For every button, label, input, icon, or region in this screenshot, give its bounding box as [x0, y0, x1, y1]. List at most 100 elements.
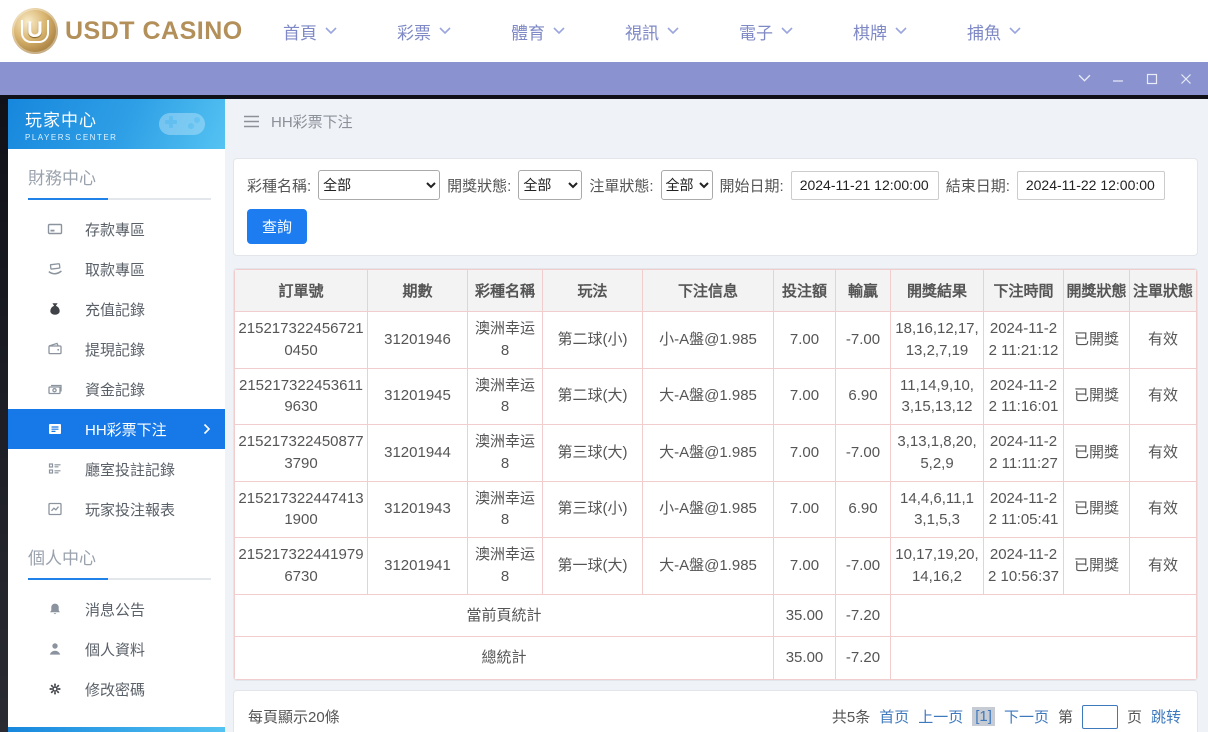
chevron-down-icon — [667, 27, 679, 35]
table-cell: 有效 — [1129, 537, 1197, 595]
window-minimize-icon[interactable] — [1110, 71, 1126, 87]
jump-prefix-label: 第 — [1057, 709, 1073, 726]
nav-item-board-games[interactable]: 棋牌 — [853, 19, 907, 44]
table-cell: 7.00 — [773, 424, 836, 482]
per-page-info: 每頁顯示20條 — [248, 709, 340, 726]
logo-letter: U — [21, 18, 49, 43]
table-cell: 6.90 — [835, 480, 891, 538]
draw-status-select[interactable]: 全部 — [518, 170, 583, 200]
page-total-label: 當前頁統計 — [234, 593, 774, 638]
top-navigation-bar: U USDT CASINO 首頁 彩票 體育 視訊 電子 棋牌 捕魚 — [0, 0, 1208, 62]
page-total-bet-amount: 35.00 — [773, 593, 836, 638]
table-row: 2152173224567210450 31201946 澳洲幸运8 第二球(小) 小-… — [234, 311, 1197, 369]
current-page-indicator: [1] — [972, 707, 995, 726]
table-cell: 小-A盤@1.985 — [642, 311, 774, 369]
search-button[interactable]: 查詢 — [247, 209, 308, 244]
table-cell: 第二球(小) — [542, 311, 643, 369]
room-record-icon — [46, 461, 64, 477]
page-total-row: 當前頁統計 35.00 -7.20 — [234, 593, 1197, 638]
sidebar-item-room-bet-records[interactable]: 廳室投註記錄 — [8, 449, 225, 489]
table-cell: 31201944 — [367, 424, 468, 482]
chevron-down-icon — [895, 27, 907, 35]
sidebar-item-withdrawal-records[interactable]: 提現記錄 — [8, 329, 225, 369]
table-cell: 已開獎 — [1063, 311, 1130, 369]
chevron-down-icon — [553, 27, 565, 35]
bets-table-header-row: 訂單號 期數 彩種名稱 玩法 下注信息 投注額 輸贏 開獎結果 下注時間 開獎狀態 注單狀態 — [234, 269, 1197, 312]
window-titlebar — [0, 62, 1208, 95]
bets-table-panel: 訂單號 期數 彩種名稱 玩法 下注信息 投注額 輸贏 開獎結果 下注時間 開獎狀態 注單狀態 215… — [233, 268, 1198, 681]
window-maximize-icon[interactable] — [1144, 71, 1160, 87]
next-page-link[interactable]: 下一页 — [1004, 706, 1049, 727]
window-close-icon[interactable] — [1178, 71, 1194, 87]
pager-controls: 共5条 首页 上一页 [1] 下一页 第 页 跳转 — [832, 704, 1181, 729]
brand-logo[interactable]: U USDT CASINO — [12, 8, 242, 54]
sidebar-item-change-password[interactable]: 修改密碼 — [8, 669, 225, 709]
jump-suffix-label: 页 — [1126, 709, 1142, 726]
column-header: 彩種名稱 — [467, 269, 543, 312]
sidebar-item-player-bet-report[interactable]: 玩家投注報表 — [8, 489, 225, 529]
order-status-label: 注單狀態: — [589, 177, 654, 195]
sidebar-item-deposit-zone[interactable]: 存款專區 — [8, 209, 225, 249]
column-header: 期數 — [367, 269, 468, 312]
sidebar-item-recharge-records[interactable]: 充值記錄 — [8, 289, 225, 329]
end-date-input[interactable] — [1016, 170, 1165, 200]
lottery-type-label: 彩種名稱: — [247, 177, 312, 195]
table-cell: 7.00 — [773, 480, 836, 538]
bets-table-body: 2152173224567210450 31201946 澳洲幸运8 第二球(小) 小-… — [234, 311, 1197, 595]
table-cell: 有效 — [1129, 424, 1197, 482]
first-page-link[interactable]: 首页 — [879, 706, 909, 727]
table-cell: 31201943 — [367, 480, 468, 538]
lottery-type-select[interactable]: 全部 — [318, 170, 441, 200]
sidebar-item-announcements[interactable]: 消息公告 — [8, 589, 225, 629]
table-cell: 2152173224419796730 — [234, 537, 368, 595]
finance-menu: 存款專區 取款專區 充值記錄 提現記錄 資金記錄 HH彩票下注 廳室投註記錄 玩… — [8, 209, 225, 529]
sidebar-footer-strip — [8, 727, 225, 732]
table-cell: 14,4,6,11,13,1,5,3 — [890, 480, 984, 538]
column-header: 下注時間 — [983, 269, 1064, 312]
table-cell: -7.00 — [835, 311, 891, 369]
breadcrumb: HH彩票下注 — [225, 99, 1208, 143]
table-row: 2152173224474131900 31201943 澳洲幸运8 第三球(小) 小-… — [234, 480, 1197, 538]
sidebar-item-profile[interactable]: 個人資料 — [8, 629, 225, 669]
bell-icon — [46, 601, 64, 617]
table-cell: 大-A盤@1.985 — [642, 367, 774, 425]
table-cell: 有效 — [1129, 311, 1197, 369]
page-body: 玩家中心 PLAYERS CENTER 財務中心 存款專區 取款專區 充值記錄 … — [0, 95, 1208, 732]
nav-item-slots[interactable]: 電子 — [739, 19, 793, 44]
table-cell: 7.00 — [773, 311, 836, 369]
sidebar-item-withdraw-zone[interactable]: 取款專區 — [8, 249, 225, 289]
table-cell: 18,16,12,17,13,2,7,19 — [890, 311, 984, 369]
personal-menu: 消息公告 個人資料 修改密碼 — [8, 589, 225, 709]
gamepad-icon — [159, 113, 205, 135]
table-cell: 2152173224508773790 — [234, 424, 368, 482]
nav-item-home[interactable]: 首頁 — [283, 19, 337, 44]
table-cell: 第二球(大) — [542, 367, 643, 425]
sidebar-item-fund-records[interactable]: 資金記錄 — [8, 369, 225, 409]
hamburger-menu-icon[interactable] — [243, 115, 260, 128]
jump-button[interactable]: 跳转 — [1151, 706, 1181, 727]
nav-item-sports[interactable]: 體育 — [511, 19, 565, 44]
table-cell: 2024-11-22 11:16:01 — [983, 367, 1064, 425]
section-divider — [28, 198, 211, 200]
bets-table: 訂單號 期數 彩種名稱 玩法 下注信息 投注額 輸贏 開獎結果 下注時間 開獎狀態 注單狀態 215… — [234, 269, 1197, 680]
nav-item-fishing[interactable]: 捕魚 — [967, 19, 1021, 44]
sidebar-item-hh-lottery-bets[interactable]: HH彩票下注 — [8, 409, 225, 449]
table-cell: 澳洲幸运8 — [467, 311, 543, 369]
banknote-icon — [46, 381, 64, 397]
page-total-empty-cell — [890, 593, 1197, 638]
draw-status-label: 開獎狀態: — [447, 177, 512, 195]
nav-item-lottery[interactable]: 彩票 — [397, 19, 451, 44]
nav-item-live-video[interactable]: 視訊 — [625, 19, 679, 44]
section-divider — [28, 578, 211, 580]
table-cell: 第三球(小) — [542, 480, 643, 538]
start-date-label: 開始日期: — [719, 177, 784, 195]
brand-name: USDT CASINO — [65, 16, 243, 45]
table-cell: 第一球(大) — [542, 537, 643, 595]
order-status-select[interactable]: 全部 — [660, 170, 713, 200]
start-date-input[interactable] — [790, 170, 939, 200]
page-jump-input[interactable] — [1081, 704, 1118, 729]
table-cell: 已開獎 — [1063, 480, 1130, 538]
prev-page-link[interactable]: 上一页 — [918, 706, 963, 727]
page-title: HH彩票下注 — [271, 113, 353, 131]
window-dropdown-icon[interactable] — [1076, 71, 1092, 87]
